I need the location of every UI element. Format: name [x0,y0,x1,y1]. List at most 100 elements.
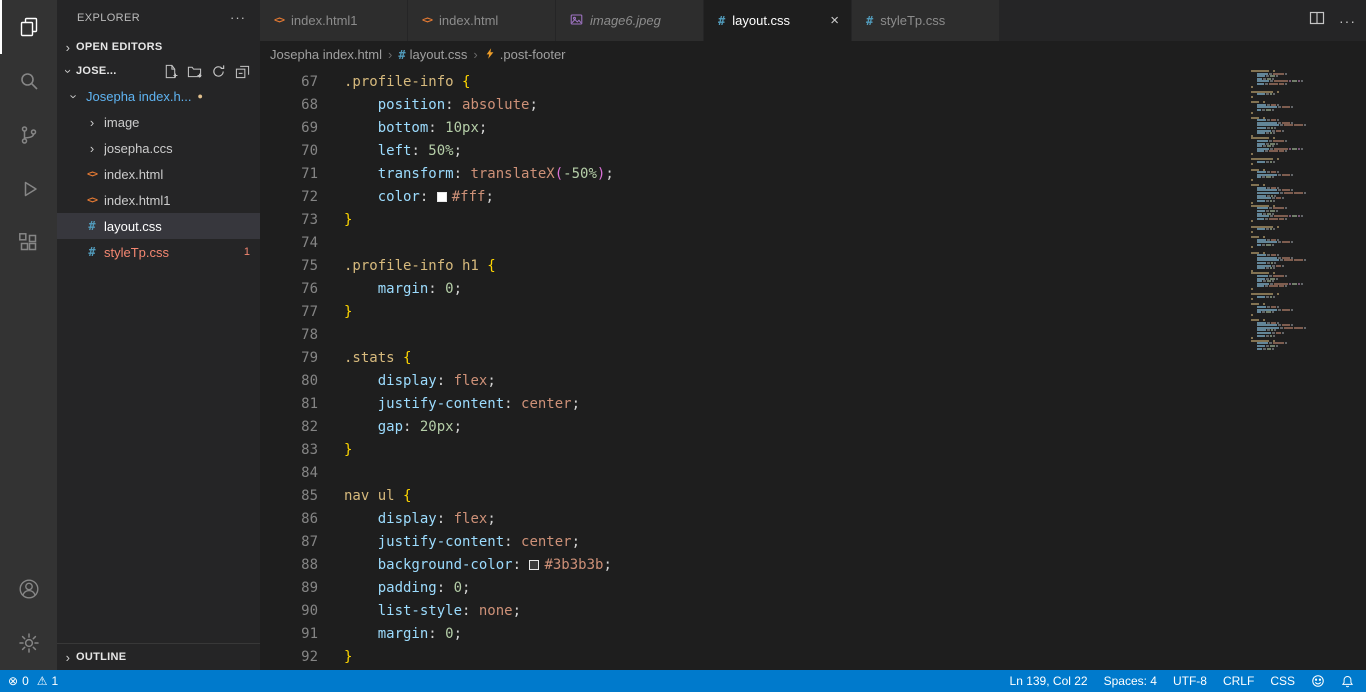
language-mode[interactable]: CSS [1270,674,1295,688]
code-line[interactable]: justify-content: center; [344,531,1245,554]
more-actions-icon[interactable]: ··· [1339,13,1356,29]
image-file-icon [570,13,583,29]
warnings-count[interactable]: ⚠ 1 [37,674,58,688]
tree-item-styleTp.css[interactable]: # styleTp.css 1 [57,239,260,265]
settings-gear-icon[interactable] [0,616,57,670]
line-number: 74 [301,235,318,251]
breadcrumb-item-Josepha index.html[interactable]: Josepha index.html [270,47,382,62]
code-line[interactable]: margin: 0; [344,623,1245,646]
tree-item-layout.css[interactable]: # layout.css [57,213,260,239]
code-line[interactable]: list-style: none; [344,600,1245,623]
collapse-all-icon[interactable] [235,64,250,79]
code-line[interactable]: nav ul { [344,485,1245,508]
code-line[interactable]: gap: 20px; [344,416,1245,439]
code-line[interactable]: background-color: #3b3b3b; [344,554,1245,577]
tab-layout.css[interactable]: # layout.css × [704,0,852,41]
code-line[interactable]: .stats { [344,347,1245,370]
new-folder-icon[interactable] [187,64,202,79]
breadcrumb-item-layout.css[interactable]: # layout.css [398,47,467,62]
code-line[interactable]: margin: 0; [344,278,1245,301]
explorer-icon[interactable] [0,0,57,54]
open-editors-section[interactable]: › OPEN EDITORS [57,35,260,59]
code-line[interactable]: } [344,646,1245,669]
code-line[interactable]: color: #fff; [344,186,1245,209]
line-number: 85 [301,488,318,504]
code-line[interactable]: position: absolute; [344,94,1245,117]
tab-label: index.html [439,13,499,28]
outline-section[interactable]: › OUTLINE [57,643,260,670]
source-control-icon[interactable] [0,108,57,162]
tree-item-index.html[interactable]: <> index.html [57,161,260,187]
split-editor-icon[interactable] [1309,10,1325,31]
tab-image6.jpeg[interactable]: image6.jpeg [556,0,704,41]
code-line[interactable] [344,462,1245,485]
line-number: 77 [301,304,318,320]
code-line[interactable]: justify-content: center; [344,393,1245,416]
activity-bar [0,0,57,670]
code-line[interactable]: .profile-info { [344,71,1245,94]
cursor-position[interactable]: Ln 139, Col 22 [1010,674,1088,688]
tree-item-label: index.html [104,166,164,182]
code-line[interactable]: } [344,439,1245,462]
notifications-bell-icon[interactable] [1341,675,1354,688]
css-file-icon: # [88,219,96,233]
errors-count[interactable]: ⊗ 0 [8,674,29,688]
html-file-icon: <> [86,168,98,180]
code-line[interactable]: bottom: 10px; [344,117,1245,140]
tree-item-index.html1[interactable]: <> index.html1 [57,187,260,213]
line-number: 82 [301,419,318,435]
code-line[interactable]: display: flex; [344,508,1245,531]
line-number: 81 [301,396,318,412]
code-line[interactable]: left: 50%; [344,140,1245,163]
refresh-icon[interactable] [211,64,226,79]
color-swatch-icon [436,192,447,202]
color-swatch-icon [529,560,540,570]
encoding-setting[interactable]: UTF-8 [1173,674,1207,688]
code-line[interactable]: .profile-info h1 { [344,255,1245,278]
workspace-section-header[interactable]: › JOSE... [57,59,260,83]
tree-item-label: styleTp.css [104,244,170,260]
problems-summary: ⊗ 0 ⚠ 1 [8,674,58,688]
breadcrumb-item-.post-footer[interactable]: .post-footer [484,47,566,63]
indentation-setting[interactable]: Spaces: 4 [1104,674,1157,688]
tree-item-josepha.ccs[interactable]: › josepha.ccs [57,135,260,161]
warning-icon: ⚠ [36,674,48,688]
warnings-value: 1 [51,674,59,688]
code-lines[interactable]: .profile-info { position: absolute; bott… [344,68,1245,670]
workspace-label: JOSE... [76,65,117,77]
chevron-down-icon: › [66,93,82,99]
code-line[interactable]: padding: 0; [344,577,1245,600]
line-number: 79 [301,350,318,366]
code-line[interactable]: display: flex; [344,370,1245,393]
code-line[interactable]: transform: translateX(-50%); [344,163,1245,186]
css-file-icon: # [866,13,874,28]
line-number: 92 [301,649,318,665]
code-line[interactable] [344,232,1245,255]
line-number: 80 [301,373,318,389]
code-line[interactable]: } [344,301,1245,324]
eol-setting[interactable]: CRLF [1223,674,1254,688]
tab-styleTp.css[interactable]: # styleTp.css [852,0,1000,41]
accounts-icon[interactable] [0,562,57,616]
close-icon[interactable]: × [828,12,841,29]
extensions-icon[interactable] [0,216,57,270]
tab-index.html1[interactable]: <> index.html1 [260,0,408,41]
sidebar-title: EXPLORER [77,11,141,24]
code-editor[interactable]: 67 68 69 70 71 72 73 74 75 76 77 78 79 80 81 82 83 84 85 86… [260,68,1366,670]
new-file-icon[interactable] [163,64,178,79]
open-editors-label: OPEN EDITORS [76,41,163,53]
tab-label: index.html1 [291,13,358,28]
css-file-icon: # [398,47,406,62]
feedback-smiley-icon[interactable] [1311,674,1325,688]
code-line[interactable] [344,324,1245,347]
sidebar-more-actions-icon[interactable]: ··· [230,10,246,25]
minimap[interactable] [1245,68,1366,670]
run-and-debug-icon[interactable] [0,162,57,216]
tree-item-Josepha index.h...[interactable]: › Josepha index.h... ● [57,83,260,109]
tree-item-image[interactable]: › image [57,109,260,135]
tab-index.html[interactable]: <> index.html [408,0,556,41]
line-number: 67 [301,74,318,90]
line-number: 87 [301,534,318,550]
code-line[interactable]: } [344,209,1245,232]
search-icon[interactable] [0,54,57,108]
